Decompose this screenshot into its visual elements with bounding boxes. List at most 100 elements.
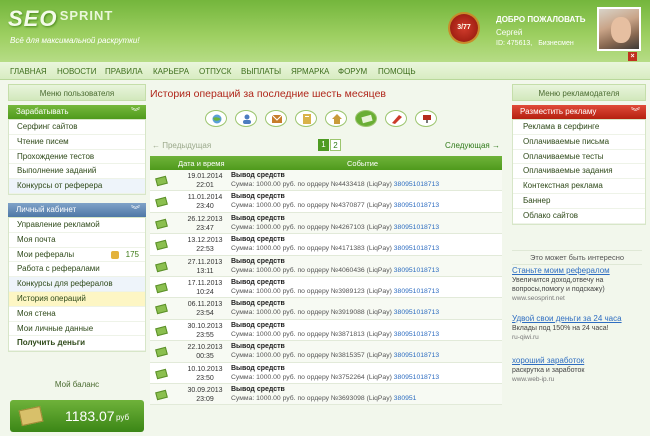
table-row: 11.01.2014 23:40 Вывод средств Сумма: 1000.… xyxy=(150,191,502,213)
menu-item-mail[interactable]: Моя почта xyxy=(9,233,145,248)
menu-item-referral-work[interactable]: Работа с рефералами xyxy=(9,262,145,278)
page-2[interactable]: 2 xyxy=(330,139,341,151)
prev-page-link[interactable]: ← Предыдущая xyxy=(152,141,211,150)
nav-home[interactable]: ГЛАВНАЯ xyxy=(10,67,47,76)
menu-item-withdraw[interactable]: Получить деньги xyxy=(9,336,145,352)
logo[interactable]: SEO SPRINT Всё для максимальной раскрутк… xyxy=(8,6,140,45)
cabinet-menu: Управление рекламой Моя почта Мои рефера… xyxy=(8,216,146,353)
menu-item-banner[interactable]: Баннер xyxy=(513,194,645,209)
menu-item-tests[interactable]: Прохождение тестов xyxy=(9,150,145,165)
filter-stamp[interactable] xyxy=(415,110,437,127)
row-event-desc: Сумма: 1000.00 руб. по ордеру №4433418 (… xyxy=(231,181,439,188)
menu-item-paid-tests[interactable]: Оплачиваемые тесты xyxy=(513,150,645,165)
earn-block-header[interactable]: Зарабатывать ︾ xyxy=(8,105,146,119)
rating-badge[interactable]: 3/77 xyxy=(450,14,478,42)
row-amount-text: Сумма: 1000.00 руб. по ордеру №4060436 (… xyxy=(231,266,392,274)
row-wallet-link[interactable]: 380951018713 xyxy=(394,267,439,274)
menu-item-history[interactable]: История операций xyxy=(9,291,145,307)
ads-menu: Реклама в серфинге Оплачиваемые письма О… xyxy=(512,119,646,225)
row-amount-text: Сумма: 1000.00 руб. по ордеру №3815357 (… xyxy=(231,352,392,360)
menu-item-letters[interactable]: Чтение писем xyxy=(9,135,145,150)
row-wallet-link[interactable]: 380951018713 xyxy=(394,202,439,209)
row-amount-text: Сумма: 1000.00 руб. по ордеру №4370877 (… xyxy=(231,202,392,210)
row-wallet-link[interactable]: 380951018713 xyxy=(394,352,439,359)
nav-news[interactable]: НОВОСТИ xyxy=(57,67,96,76)
table-row: 30.09.2013 23:09 Вывод средств Сумма: 1000.… xyxy=(150,383,502,406)
menu-item-wall[interactable]: Моя стена xyxy=(9,307,145,322)
promo-title[interactable]: хороший заработок xyxy=(512,356,646,365)
filter-tests[interactable] xyxy=(295,110,317,127)
ads-block-header[interactable]: Разместить рекламу ︾ xyxy=(512,105,646,119)
row-wallet-link[interactable]: 380951018713 xyxy=(394,181,439,188)
main-content: История операций за последние шесть меся… xyxy=(150,84,502,406)
row-date: 30.10.2013 xyxy=(187,322,223,330)
row-wallet-link[interactable]: 380951 xyxy=(394,395,417,402)
avatar[interactable] xyxy=(597,7,641,51)
promo-title[interactable]: Станьте моим рефералом xyxy=(512,266,646,275)
cabinet-block-header[interactable]: Личный кабинет ︾ xyxy=(8,202,146,217)
menu-item-personal-data[interactable]: Мои личные данные xyxy=(9,322,145,337)
filter-mail[interactable] xyxy=(265,110,287,127)
chevron-down-icon: ︾ xyxy=(630,107,640,117)
menu-item-referrer-contests[interactable]: Конкурсы от реферера xyxy=(9,179,145,194)
operation-filters xyxy=(205,110,445,130)
filter-pen[interactable] xyxy=(385,110,407,127)
nav-rules[interactable]: ПРАВИЛА xyxy=(105,67,143,76)
menu-item-context-ads[interactable]: Контекстная реклама xyxy=(513,179,645,194)
menu-item-ad-management[interactable]: Управление рекламой xyxy=(9,218,145,233)
promo-url[interactable]: www.seosprint.net xyxy=(512,295,646,302)
menu-item-tasks[interactable]: Выполнение заданий xyxy=(9,164,145,180)
row-wallet-link[interactable]: 380951018713 xyxy=(394,374,439,381)
row-datetime: 27.11.2013 13:11 xyxy=(180,258,230,276)
welcome-panel: ДОБРО ПОЖАЛОВАТЬ Сергей ID: 475613, Бизне… xyxy=(496,15,586,47)
row-event-title: Вывод средств xyxy=(231,321,285,329)
row-amount-text: Сумма: 1000.00 руб. по ордеру №3989123 (… xyxy=(231,287,392,295)
nav-payouts[interactable]: ВЫПЛАТЫ xyxy=(241,67,281,76)
nav-vacation[interactable]: ОТПУСК xyxy=(199,67,231,76)
filter-money[interactable] xyxy=(355,110,377,127)
row-time: 22:53 xyxy=(196,246,214,254)
menu-item-referral-contests[interactable]: Конкурсы для рефералов xyxy=(9,277,145,292)
balance-panel[interactable]: 1183.07 руб xyxy=(10,400,144,432)
row-wallet-link[interactable]: 380951018713 xyxy=(394,309,439,316)
filter-all[interactable] xyxy=(205,110,227,127)
pagination: ← Предыдущая 1 2 Следующая → xyxy=(150,139,502,153)
row-event-desc: Сумма: 1000.00 руб. по ордеру №4267103 (… xyxy=(231,224,439,231)
row-date: 27.11.2013 xyxy=(187,258,223,266)
money-icon xyxy=(155,346,168,358)
nav-forum[interactable]: ФОРУМ xyxy=(338,67,367,76)
row-wallet-link[interactable]: 380951018713 xyxy=(394,224,439,231)
row-wallet-link[interactable]: 380951018713 xyxy=(394,288,439,295)
row-wallet-link[interactable]: 380951018713 xyxy=(394,245,439,252)
promo-url[interactable]: www.web-ip.ru xyxy=(512,376,646,383)
menu-item-paid-tasks[interactable]: Оплачиваемые задания xyxy=(513,164,645,180)
row-wallet-link[interactable]: 380951018713 xyxy=(394,331,439,338)
nav-help[interactable]: ПОМОЩЬ xyxy=(378,67,416,76)
user-type-link[interactable]: Бизнесмен xyxy=(538,40,574,47)
filter-home[interactable] xyxy=(325,110,347,127)
username[interactable]: Сергей xyxy=(496,28,586,37)
chevron-down-icon: ︾ xyxy=(130,107,140,117)
cabinet-title: Личный кабинет xyxy=(16,204,77,214)
nav-fair[interactable]: ЯРМАРКА xyxy=(291,67,329,76)
close-icon[interactable]: × xyxy=(628,52,637,61)
promo-url[interactable]: ru-qiwi.ru xyxy=(512,334,646,341)
filter-users[interactable] xyxy=(235,110,257,127)
menu-item-referrals[interactable]: Мои рефералы 175 xyxy=(9,248,145,263)
menu-item-surf-ads[interactable]: Реклама в серфинге xyxy=(513,120,645,135)
menu-item-paid-letters[interactable]: Оплачиваемые письма xyxy=(513,135,645,150)
nav-career[interactable]: КАРЬЕРА xyxy=(153,67,189,76)
advertiser-menu-header: Меню рекламодателя xyxy=(512,84,646,101)
money-icon xyxy=(155,175,168,187)
row-amount-text: Сумма: 1000.00 руб. по ордеру №4171383 (… xyxy=(231,245,392,253)
menu-item-surfing[interactable]: Серфинг сайтов xyxy=(9,120,145,135)
page-1[interactable]: 1 xyxy=(318,139,329,151)
next-page-link[interactable]: Следующая → xyxy=(445,141,500,150)
row-date: 26.12.2013 xyxy=(187,215,223,223)
menu-item-site-cloud[interactable]: Облако сайтов xyxy=(513,209,645,224)
pen-icon xyxy=(392,115,402,124)
row-time: 23:55 xyxy=(196,331,214,339)
promo-title[interactable]: Удвой свои деньги за 24 часа xyxy=(512,314,646,323)
row-date: 22.10.2013 xyxy=(187,344,223,352)
earn-title: Зарабатывать xyxy=(16,107,69,116)
